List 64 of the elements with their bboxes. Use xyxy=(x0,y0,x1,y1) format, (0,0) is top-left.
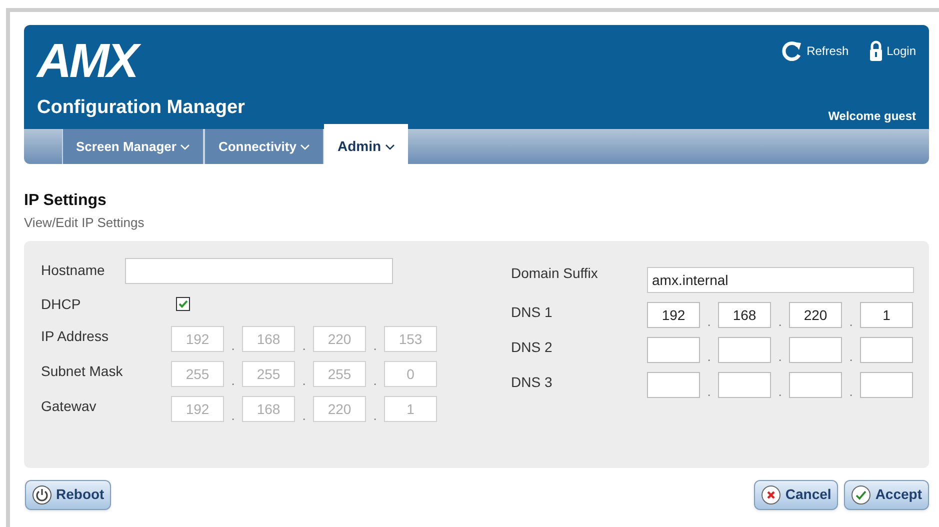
dot-separator: . xyxy=(777,350,783,363)
octet-field[interactable] xyxy=(789,372,842,398)
octet-field[interactable]: 220 xyxy=(789,302,842,328)
field-label: Domain Suffix xyxy=(511,264,599,282)
field-label: DNS 2 xyxy=(511,338,554,356)
chevron-down-icon xyxy=(385,144,396,150)
field-label: Hostname xyxy=(41,261,106,280)
field-label: DNS 1 xyxy=(511,302,554,322)
field-label: Subnet Mask xyxy=(41,362,124,380)
dot-separator: . xyxy=(777,385,783,398)
dot-separator: . xyxy=(230,409,236,422)
dot-separator: . xyxy=(706,350,712,363)
dot-separator: . xyxy=(706,385,712,398)
dot-separator: . xyxy=(848,350,854,363)
octet-field[interactable] xyxy=(860,372,913,398)
cancel-button[interactable]: Cancel xyxy=(754,480,838,510)
dot-separator: . xyxy=(230,374,236,387)
field-label: IP Address xyxy=(41,326,110,346)
octet-field[interactable] xyxy=(647,372,700,398)
page-subtitle: View/Edit IP Settings xyxy=(24,214,146,232)
checkmark-icon xyxy=(178,299,188,309)
dot-separator: . xyxy=(301,339,307,352)
octet-field[interactable] xyxy=(647,337,700,363)
login-link[interactable]: Login xyxy=(868,40,916,62)
dot-separator: . xyxy=(706,315,712,328)
field-label: Gatewav xyxy=(41,396,98,416)
close-icon xyxy=(761,484,782,504)
field-label: DHCP xyxy=(41,294,82,314)
logo: AMX xyxy=(37,40,245,84)
domain-suffix-field[interactable]: amx.internal xyxy=(647,267,914,293)
nav-tab[interactable]: Screen Manager xyxy=(62,129,204,164)
nav-tab[interactable]: Connectivity xyxy=(204,129,324,164)
octet-field[interactable]: 1 xyxy=(860,302,913,328)
nav-tab[interactable]: Admin xyxy=(324,124,408,164)
dot-separator: . xyxy=(372,339,378,352)
dhcp-checkbox[interactable] xyxy=(176,297,190,311)
dot-separator: . xyxy=(372,374,378,387)
dot-separator: . xyxy=(301,374,307,387)
octet-field[interactable] xyxy=(860,337,913,363)
dot-separator: . xyxy=(301,409,307,422)
octet-field[interactable] xyxy=(718,337,771,363)
dot-separator: . xyxy=(230,339,236,352)
padlock-icon xyxy=(868,40,883,62)
refresh-link[interactable]: Refresh xyxy=(780,40,849,62)
octet-field[interactable] xyxy=(718,372,771,398)
dot-separator: . xyxy=(848,315,854,328)
octet-field[interactable]: 192 xyxy=(647,302,700,328)
dot-separator: . xyxy=(777,315,783,328)
app-title: Configuration Manager xyxy=(37,96,245,120)
page-title: IP Settings xyxy=(24,191,108,211)
check-icon xyxy=(851,484,872,504)
dot-separator: . xyxy=(848,385,854,398)
power-icon xyxy=(32,484,52,504)
field-label: DNS 3 xyxy=(511,372,554,392)
accept-button[interactable]: Accept xyxy=(844,480,929,510)
chevron-down-icon xyxy=(180,144,190,150)
dot-separator: . xyxy=(372,409,378,422)
octet-field[interactable]: 168 xyxy=(718,302,771,328)
octet-field[interactable] xyxy=(789,337,842,363)
refresh-icon xyxy=(780,40,803,62)
chevron-down-icon xyxy=(300,144,310,150)
welcome-text: Welcome guest xyxy=(828,108,916,125)
hostname-field[interactable] xyxy=(125,258,393,284)
reboot-button[interactable]: Reboot xyxy=(25,480,112,510)
